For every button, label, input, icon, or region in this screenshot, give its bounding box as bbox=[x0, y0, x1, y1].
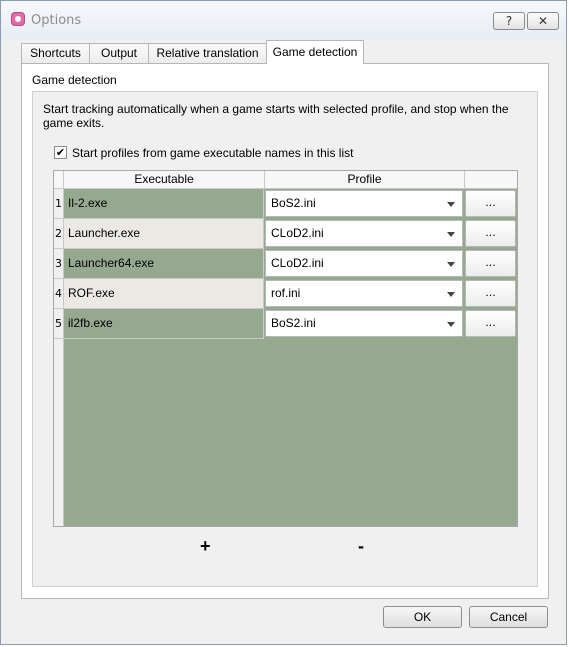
profile-value: BoS2.ini bbox=[271, 316, 316, 330]
profile-value: rof.ini bbox=[271, 286, 301, 300]
executable-cell[interactable]: Il-2.exe bbox=[64, 189, 264, 219]
executable-cell[interactable]: ROF.exe bbox=[64, 279, 264, 309]
description-text: Start tracking automatically when a game… bbox=[43, 102, 509, 130]
browse-button[interactable]: ... bbox=[465, 220, 516, 247]
executable-cell[interactable]: Launcher64.exe bbox=[64, 249, 264, 279]
options-window: Options ? ✕ Shortcuts Output Relative tr… bbox=[0, 0, 567, 645]
header-executable[interactable]: Executable bbox=[64, 171, 265, 189]
browse-button[interactable]: ... bbox=[465, 310, 516, 337]
chevron-down-icon bbox=[447, 232, 455, 237]
profile-select[interactable]: rof.ini bbox=[265, 280, 463, 307]
row-number[interactable]: 3 bbox=[54, 249, 64, 279]
header-profile[interactable]: Profile bbox=[265, 171, 465, 189]
add-row-button[interactable]: + bbox=[200, 536, 211, 557]
profile-select[interactable]: BoS2.ini bbox=[265, 190, 463, 217]
help-button[interactable]: ? bbox=[493, 12, 525, 30]
profile-value: BoS2.ini bbox=[271, 196, 316, 210]
tab-panel: Game detection Start tracking automatica… bbox=[21, 63, 549, 599]
tab-shortcuts[interactable]: Shortcuts bbox=[21, 43, 90, 63]
close-button[interactable]: ✕ bbox=[527, 12, 559, 30]
header-action bbox=[465, 171, 517, 189]
browse-button[interactable]: ... bbox=[465, 190, 516, 217]
executable-cell[interactable]: Launcher.exe bbox=[64, 219, 264, 249]
window-title: Options bbox=[31, 13, 82, 28]
chevron-down-icon bbox=[447, 322, 455, 327]
profile-select[interactable]: BoS2.ini bbox=[265, 310, 463, 337]
row-header-filler bbox=[54, 339, 64, 526]
row-number[interactable]: 1 bbox=[54, 189, 64, 219]
game-detection-group: Start tracking automatically when a game… bbox=[32, 91, 538, 587]
start-profiles-label[interactable]: Start profiles from game executable name… bbox=[72, 146, 353, 160]
profile-value: CLoD2.ini bbox=[271, 226, 324, 240]
tab-game-detection[interactable]: Game detection bbox=[266, 40, 364, 64]
cancel-button[interactable]: Cancel bbox=[469, 606, 548, 628]
title-bar: Options ? ✕ bbox=[1, 1, 566, 39]
chevron-down-icon bbox=[447, 262, 455, 267]
browse-button[interactable]: ... bbox=[465, 250, 516, 277]
remove-row-button[interactable]: - bbox=[358, 536, 364, 557]
group-title: Game detection bbox=[32, 73, 117, 87]
table-row: 2 Launcher.exe CLoD2.ini ... bbox=[54, 219, 517, 249]
corner-header bbox=[54, 171, 64, 189]
table-row: 1 Il-2.exe BoS2.ini ... bbox=[54, 189, 517, 219]
profile-value: CLoD2.ini bbox=[271, 256, 324, 270]
row-number[interactable]: 4 bbox=[54, 279, 64, 309]
executable-cell[interactable]: il2fb.exe bbox=[64, 309, 264, 339]
tab-output[interactable]: Output bbox=[89, 43, 149, 63]
table-row: 3 Launcher64.exe CLoD2.ini ... bbox=[54, 249, 517, 279]
row-number[interactable]: 2 bbox=[54, 219, 64, 249]
table-row: 5 il2fb.exe BoS2.ini ... bbox=[54, 309, 517, 339]
browse-button[interactable]: ... bbox=[465, 280, 516, 307]
executables-table: Executable Profile 1 Il-2.exe BoS2.ini .… bbox=[53, 170, 518, 527]
chevron-down-icon bbox=[447, 292, 455, 297]
chevron-down-icon bbox=[447, 202, 455, 207]
table-row: 4 ROF.exe rof.ini ... bbox=[54, 279, 517, 309]
ok-button[interactable]: OK bbox=[383, 606, 462, 628]
profile-select[interactable]: CLoD2.ini bbox=[265, 220, 463, 247]
tab-relative-translation[interactable]: Relative translation bbox=[148, 43, 267, 63]
profile-select[interactable]: CLoD2.ini bbox=[265, 250, 463, 277]
app-icon bbox=[11, 12, 25, 26]
start-profiles-checkbox[interactable]: ✔ bbox=[54, 146, 67, 159]
row-number[interactable]: 5 bbox=[54, 309, 64, 339]
